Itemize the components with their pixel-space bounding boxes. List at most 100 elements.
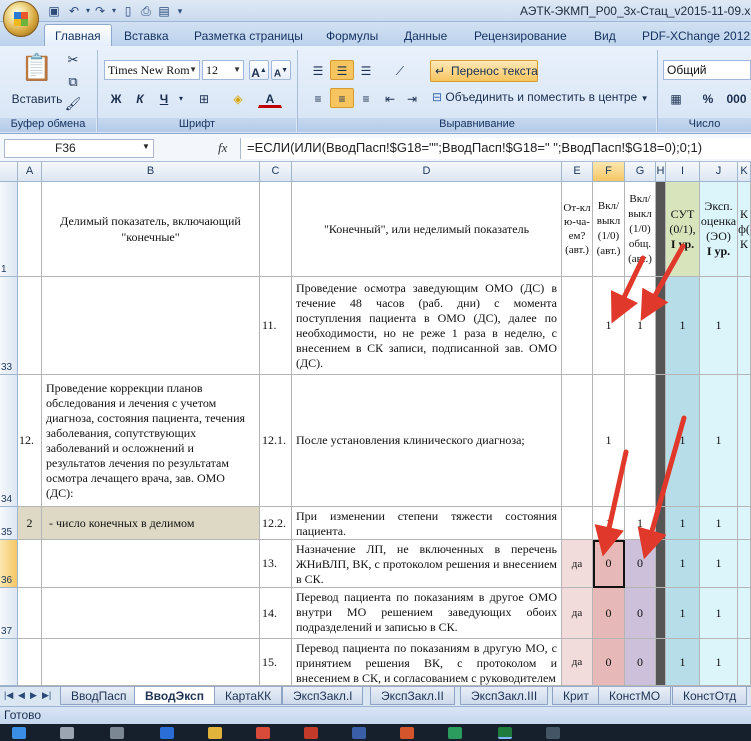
prev-sheet-icon[interactable]: ◀ [18, 690, 25, 701]
tab-home[interactable]: Главная [44, 24, 112, 46]
row-header[interactable]: 38 [0, 639, 18, 686]
cell-i1[interactable]: СУТ (0/1), I ур. [666, 182, 700, 277]
cell-b38[interactable] [42, 639, 260, 686]
sheet-tab-vvodpasp[interactable]: ВводПасп [60, 687, 138, 705]
cell-e1[interactable]: От-клю-ча-ем? (авт.) [562, 182, 593, 277]
cell-e37[interactable]: да [562, 588, 593, 639]
cell-d34[interactable]: После установления клинического диагноза… [292, 375, 562, 507]
customize-toolbar-icon[interactable]: ▾ [172, 3, 188, 19]
explorer-icon[interactable] [208, 727, 222, 739]
formula-input[interactable]: =ЕСЛИ(ИЛИ(ВводПасп!$G18="";ВводПасп!$G18… [240, 138, 751, 159]
sheet-tab-vvodeksp[interactable]: ВводЭксп [134, 687, 215, 705]
align-middle-icon[interactable]: ☰ [330, 60, 354, 80]
cell-c37[interactable]: 14. [260, 588, 292, 639]
cell-i38[interactable]: 1 [666, 639, 700, 686]
cell-e38[interactable]: да [562, 639, 593, 686]
column-header-e[interactable]: E [562, 162, 593, 182]
next-sheet-icon[interactable]: ▶ [30, 690, 37, 701]
cell-d33[interactable]: Проведение осмотра заведующим ОМО (ДС) в… [292, 277, 562, 375]
cell-b34[interactable]: Проведение коррекции планов обследования… [42, 375, 260, 507]
cell-d36[interactable]: Назначение ЛП, не включенных в перечень … [292, 540, 562, 588]
cell-f35[interactable]: 1 [593, 507, 625, 540]
cell-k35[interactable] [738, 507, 751, 540]
sheet-tab-kartakk[interactable]: КартаКК [214, 687, 283, 705]
font-size-combo[interactable]: 12 ▼ [202, 60, 244, 80]
cell-e35[interactable] [562, 507, 593, 540]
cell-i37[interactable]: 1 [666, 588, 700, 639]
cell-k34[interactable] [738, 375, 751, 507]
office-button[interactable] [3, 1, 39, 37]
sheet-tab-ekspzakl-1[interactable]: ЭкспЗакл.I [282, 687, 364, 705]
cell-j37[interactable]: 1 [700, 588, 738, 639]
cell-k37[interactable] [738, 588, 751, 639]
name-box[interactable]: F36 [4, 139, 154, 158]
open-icon[interactable]: ▤ [156, 3, 172, 19]
cell-a36[interactable] [18, 540, 42, 588]
cell-j1[interactable]: Эксп. оценка (ЭО) I ур. [700, 182, 738, 277]
cell-e33[interactable] [562, 277, 593, 375]
cell-d37[interactable]: Перевод пациента по показаниям в другое … [292, 588, 562, 639]
borders-icon[interactable]: ⊞ [192, 88, 216, 108]
cell-c34[interactable]: 12.1. [260, 375, 292, 507]
cell-h33[interactable] [656, 277, 666, 375]
cell-d1[interactable]: "Конечный", или неделимый показатель [292, 182, 562, 277]
column-header-d[interactable]: D [292, 162, 562, 182]
column-header-f[interactable]: F [593, 162, 625, 182]
first-sheet-icon[interactable]: |◀ [4, 690, 13, 701]
cell-i34[interactable]: 1 [666, 375, 700, 507]
column-header-h[interactable]: H [656, 162, 666, 182]
app-icon[interactable] [448, 727, 462, 739]
cell-h37[interactable] [656, 588, 666, 639]
align-center-icon[interactable]: ≡ [330, 88, 354, 108]
column-header-c[interactable]: C [260, 162, 292, 182]
row-header[interactable]: 1 [0, 182, 18, 277]
new-document-icon[interactable]: ▯ [120, 3, 136, 19]
app-icon[interactable] [400, 727, 414, 739]
copy-icon[interactable]: ⧉ [64, 72, 82, 92]
cell-j34[interactable]: 1 [700, 375, 738, 507]
cell-h34[interactable] [656, 375, 666, 507]
sheet-tab-konstmo[interactable]: КонстМО [598, 687, 672, 705]
cell-d35[interactable]: При изменении степени тяжести состояния … [292, 507, 562, 540]
cell-c38[interactable]: 15. [260, 639, 292, 686]
cell-a37[interactable] [18, 588, 42, 639]
font-color-icon[interactable]: A [258, 88, 282, 108]
print-preview-icon[interactable]: ⎙ [138, 3, 154, 19]
merge-center-button[interactable]: ⊟ Объединить и поместить в центре ▼ [432, 90, 649, 104]
cell-h35[interactable] [656, 507, 666, 540]
column-header-k[interactable]: K [738, 162, 751, 182]
row-header[interactable]: 36 [0, 540, 18, 588]
edge-icon[interactable] [160, 727, 174, 739]
cell-g1[interactable]: Вкл/ выкл (1/0) общ. (авт.) [625, 182, 656, 277]
sheet-tab-ekspzakl-3[interactable]: ЭкспЗакл.III [460, 687, 549, 705]
cell-b36[interactable] [42, 540, 260, 588]
cell-i33[interactable]: 1 [666, 277, 700, 375]
app-icon[interactable] [546, 727, 560, 739]
last-sheet-icon[interactable]: ▶| [42, 690, 51, 701]
tab-page-layout[interactable]: Разметка страницы [194, 26, 303, 46]
tab-review[interactable]: Рецензирование [474, 26, 567, 46]
sheet-tab-ekspzakl-2[interactable]: ЭкспЗакл.II [370, 687, 455, 705]
cut-icon[interactable]: ✂ [64, 50, 82, 70]
fill-color-icon[interactable]: ◈ [226, 88, 250, 108]
cell-f34[interactable]: 1 [593, 375, 625, 507]
select-all-corner[interactable] [0, 162, 18, 182]
cell-i36[interactable]: 1 [666, 540, 700, 588]
cell-k33[interactable] [738, 277, 751, 375]
start-icon[interactable] [12, 727, 26, 739]
column-header-g[interactable]: G [625, 162, 656, 182]
row-header[interactable]: 35 [0, 507, 18, 540]
app-icon[interactable] [352, 727, 366, 739]
format-painter-icon[interactable]: 🖌 [64, 94, 82, 114]
shrink-font-icon[interactable]: A▼ [271, 60, 291, 80]
column-header-b[interactable]: B [42, 162, 260, 182]
cell-g34[interactable] [625, 375, 656, 507]
chrome-icon[interactable] [256, 727, 270, 739]
tab-data[interactable]: Данные [404, 26, 447, 46]
cell-j36[interactable]: 1 [700, 540, 738, 588]
search-icon[interactable] [60, 727, 74, 739]
align-left-icon[interactable]: ≡ [306, 88, 330, 108]
cell-k1[interactable]: К ф( К [738, 182, 751, 277]
column-header-a[interactable]: A [18, 162, 42, 182]
cell-g36[interactable]: 0 [625, 540, 656, 588]
